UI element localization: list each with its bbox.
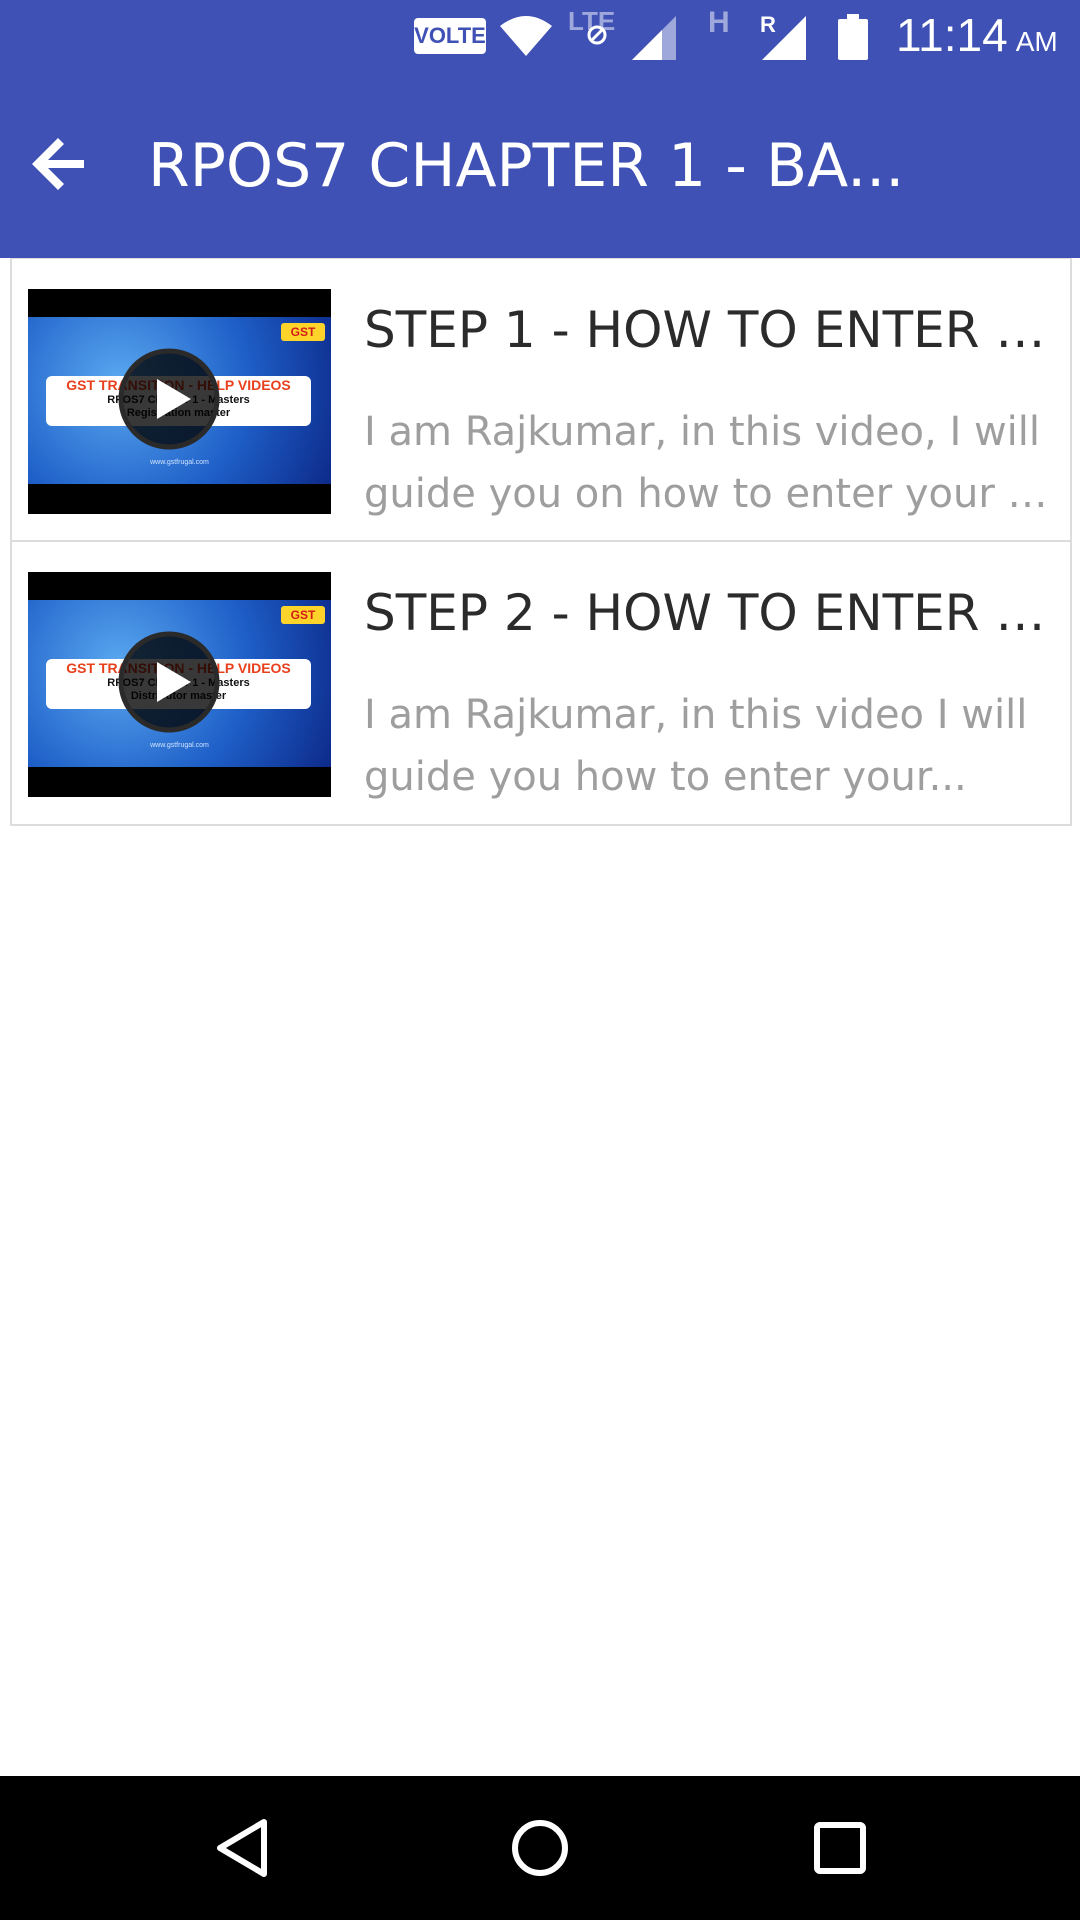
back-button[interactable] — [22, 126, 98, 202]
h-icon: H — [708, 6, 730, 39]
arrow-back-icon — [32, 138, 84, 190]
video-description: I am Rajkumar, in this video I will guid… — [364, 692, 1028, 800]
home-circle-icon — [512, 1820, 568, 1876]
volte-badge: VOLTE — [414, 18, 486, 54]
video-thumbnail[interactable]: GST GST TRANSITION - HELP VIDEOS RPOS7 C… — [28, 572, 331, 797]
back-triangle-icon — [217, 1819, 267, 1877]
recents-square-icon — [814, 1822, 866, 1874]
system-nav-bar — [0, 1776, 1080, 1920]
video-title: STEP 1 - HOW TO ENTER YOUR GST... — [364, 301, 1059, 359]
app-bar: RPOS7 CHAPTER 1 - BA... — [0, 74, 1080, 258]
page-title: RPOS7 CHAPTER 1 - BA... — [148, 131, 905, 201]
video-list-item[interactable]: GST GST TRANSITION - HELP VIDEOS RPOS7 C… — [12, 542, 1070, 824]
video-thumbnail[interactable]: GST GST TRANSITION - HELP VIDEOS RPOS7 C… — [28, 289, 331, 514]
video-description: I am Rajkumar, in this video, I will gui… — [364, 409, 1059, 517]
signal-icon — [632, 16, 676, 60]
lte-icon: LTE — [568, 6, 620, 46]
play-icon[interactable] — [117, 347, 221, 451]
thumbnail-site: www.gstfrugal.com — [150, 742, 209, 749]
video-title: STEP 2 - HOW TO ENTER DISTRIBUTOR... — [364, 584, 1059, 642]
thumbnail-site: www.gstfrugal.com — [150, 459, 209, 466]
gst-logo: GST — [281, 606, 325, 624]
nav-back-button[interactable] — [202, 1808, 282, 1888]
roaming-signal-icon: R — [758, 10, 808, 60]
nav-home-button[interactable] — [500, 1808, 580, 1888]
status-bar: VOLTE LTE H R 11:14 AM — [0, 0, 1080, 74]
video-list: GST GST TRANSITION - HELP VIDEOS RPOS7 C… — [10, 258, 1072, 826]
wifi-icon — [500, 16, 552, 56]
clock-time: 11:14 — [896, 9, 1008, 61]
battery-icon — [838, 14, 868, 60]
video-list-item[interactable]: GST GST TRANSITION - HELP VIDEOS RPOS7 C… — [12, 259, 1070, 542]
nav-recents-button[interactable] — [800, 1808, 880, 1888]
play-icon[interactable] — [117, 630, 221, 734]
clock: 11:14 AM — [896, 8, 1058, 68]
clock-ampm: AM — [1015, 26, 1058, 57]
gst-logo: GST — [281, 323, 325, 341]
